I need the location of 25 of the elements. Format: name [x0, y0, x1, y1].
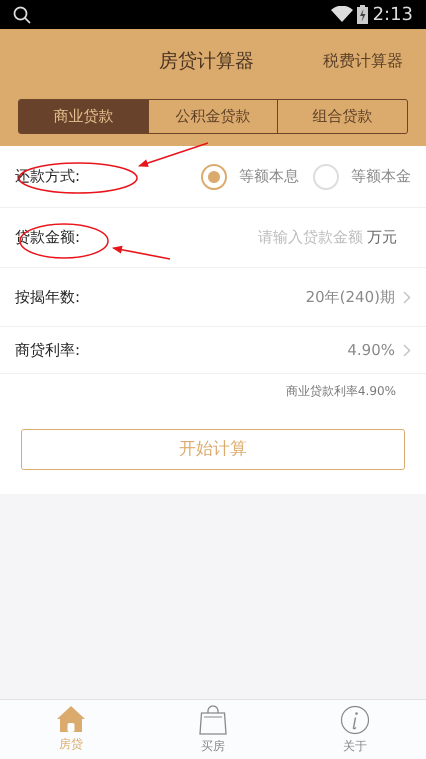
loan-amount-field[interactable]: 请输入贷款金额 — [80, 226, 363, 249]
loan-type-tab[interactable]: 组合贷款 — [277, 100, 407, 133]
repayment-radio[interactable]: 等额本息 — [201, 164, 299, 190]
interest-rate-row[interactable]: 商贷利率: 4.90% — [0, 327, 426, 374]
chevron-right-icon — [403, 344, 411, 356]
tax-calculator-link[interactable]: 税费计算器 — [323, 49, 403, 73]
status-time: 2:13 — [372, 3, 413, 27]
loan-type-tab[interactable]: 公积金贷款 — [148, 100, 278, 133]
nav-tab[interactable]: 买房 — [142, 700, 284, 759]
search-icon — [13, 6, 31, 24]
shopping-bag-icon — [198, 705, 228, 735]
rate-note: 商业贷款利率4.90% — [286, 383, 396, 400]
unit-label: 万元 — [367, 227, 397, 248]
repayment-radio[interactable]: 等额本金 — [313, 164, 411, 190]
annotation-arrow — [112, 246, 170, 260]
battery-icon — [356, 5, 368, 24]
info-icon — [340, 705, 370, 735]
house-icon — [56, 705, 86, 733]
nav-tab[interactable]: 关于 — [284, 700, 426, 759]
loan-type-tab[interactable]: 商业贷款 — [19, 100, 148, 133]
annotation-arrow — [138, 142, 208, 167]
chevron-right-icon — [403, 290, 411, 304]
loan-term-row[interactable]: 按揭年数: 20年(240)期 — [0, 268, 426, 327]
page-title: 房贷计算器 — [159, 48, 254, 74]
wifi-icon — [330, 6, 353, 23]
